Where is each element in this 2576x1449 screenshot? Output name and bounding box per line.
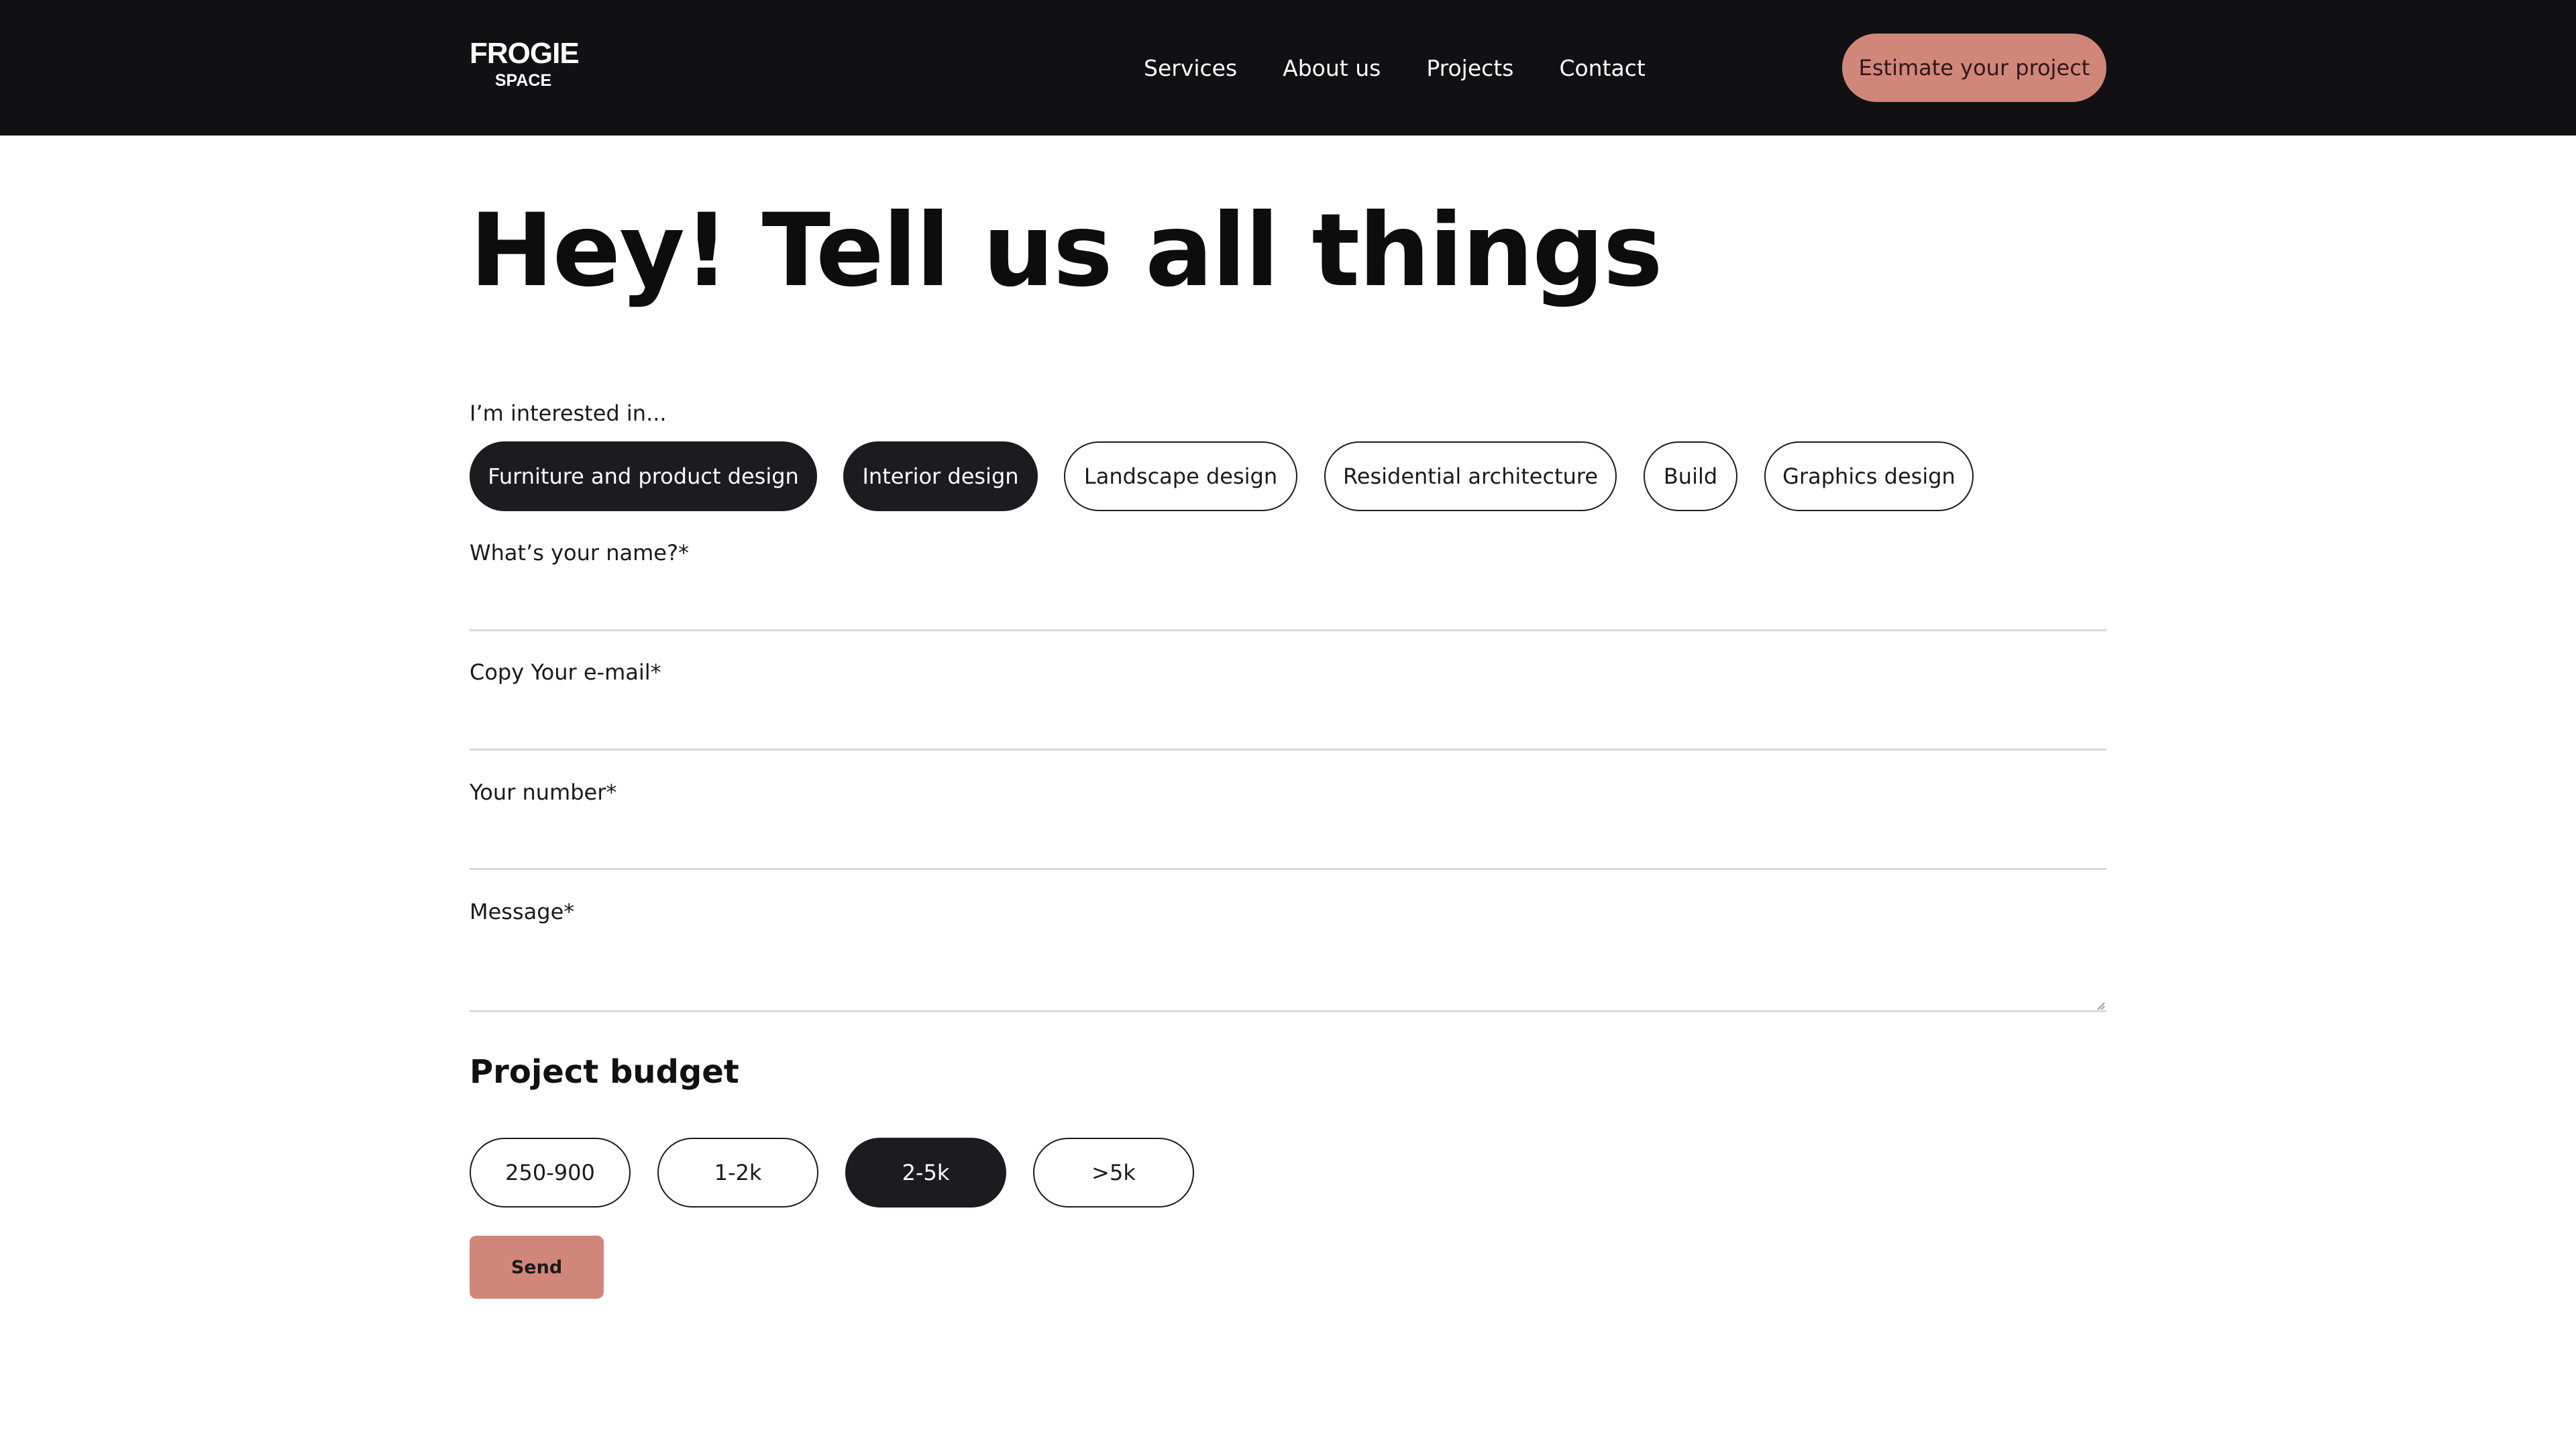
logo[interactable]: FROGIE SPACE xyxy=(470,37,580,90)
top-navbar: FROGIE SPACE Services About us Projects … xyxy=(0,0,2576,136)
nav-link-projects[interactable]: Projects xyxy=(1426,55,1513,81)
interest-chip-graphics[interactable]: Graphics design xyxy=(1764,441,1974,511)
name-input[interactable] xyxy=(470,584,2106,624)
email-divider xyxy=(470,749,2106,751)
budget-option-250-900[interactable]: 250-900 xyxy=(470,1138,631,1208)
budget-option-1-2k[interactable]: 1-2k xyxy=(657,1138,818,1208)
name-label: What’s your name?* xyxy=(470,540,689,566)
number-input[interactable] xyxy=(470,823,2106,863)
interest-chip-interior[interactable]: Interior design xyxy=(843,441,1038,511)
main-menu: Services About us Projects Contact xyxy=(1144,52,1646,83)
email-input[interactable] xyxy=(470,703,2106,743)
nav-link-about-us[interactable]: About us xyxy=(1283,55,1381,81)
email-label: Copy Your e-mail* xyxy=(470,659,661,685)
message-textarea[interactable] xyxy=(470,946,2106,1000)
logo-line1: FROGIE xyxy=(470,37,580,70)
message-label: Message* xyxy=(470,899,575,924)
estimate-project-button[interactable]: Estimate your project xyxy=(1842,34,2106,102)
name-divider xyxy=(470,629,2106,631)
nav-link-contact[interactable]: Contact xyxy=(1559,55,1645,81)
logo-line2: SPACE xyxy=(494,71,552,90)
message-divider xyxy=(470,1010,2106,1012)
budget-title: Project budget xyxy=(470,1053,739,1091)
interest-chip-furniture[interactable]: Furniture and product design xyxy=(470,441,817,511)
interest-chip-build[interactable]: Build xyxy=(1644,441,1737,511)
budget-option-2-5k[interactable]: 2-5k xyxy=(845,1138,1006,1208)
interest-chip-landscape[interactable]: Landscape design xyxy=(1064,441,1297,511)
number-divider xyxy=(470,868,2106,870)
budget-option-gt-5k[interactable]: >5k xyxy=(1033,1138,1194,1208)
nav-link-services[interactable]: Services xyxy=(1144,55,1237,81)
interest-label: I’m interested in... xyxy=(470,400,667,426)
number-label: Your number* xyxy=(470,780,617,805)
send-button[interactable]: Send xyxy=(470,1236,604,1299)
interest-chip-residential[interactable]: Residential architecture xyxy=(1324,441,1617,511)
page-title: Hey! Tell us all things xyxy=(470,193,1663,309)
resize-handle-icon[interactable] xyxy=(2096,1001,2105,1010)
